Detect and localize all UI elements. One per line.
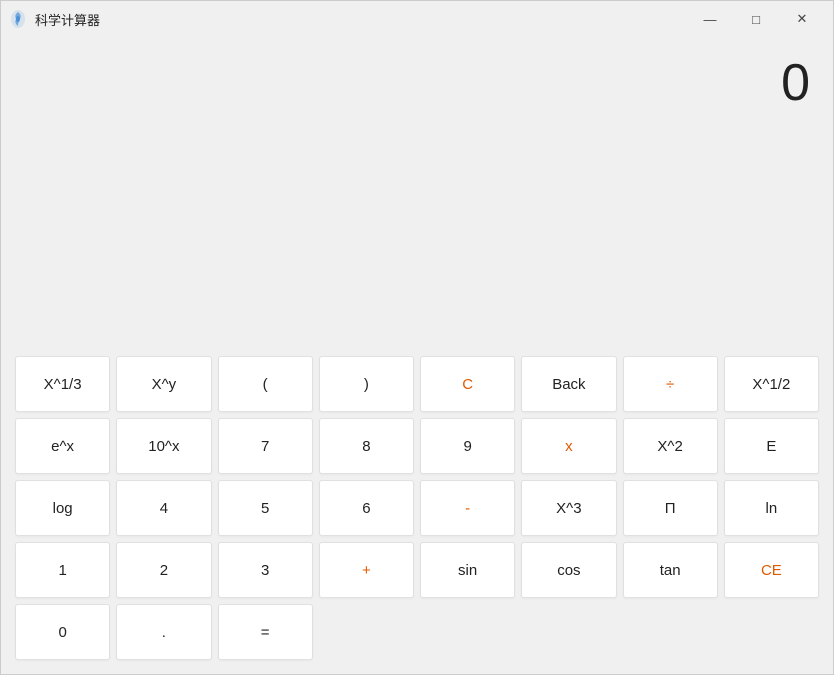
calc-btn-sin[interactable]: sin: [420, 542, 515, 598]
app-icon: [9, 10, 27, 28]
calc-btn-0[interactable]: 0: [15, 604, 110, 660]
close-button[interactable]: ✕: [779, 4, 825, 34]
calc-btn-x-3[interactable]: X^3: [521, 480, 616, 536]
calc-btn-e[interactable]: E: [724, 418, 819, 474]
calc-btn-3[interactable]: 3: [218, 542, 313, 598]
calc-btn-back[interactable]: Back: [521, 356, 616, 412]
display-value: 0: [781, 53, 809, 113]
window-controls: — □ ✕: [687, 4, 825, 34]
calc-btn-1[interactable]: 1: [15, 542, 110, 598]
calc-btn-8[interactable]: 8: [319, 418, 414, 474]
maximize-button[interactable]: □: [733, 4, 779, 34]
calc-btn--[interactable]: Π: [623, 480, 718, 536]
calc-btn-tan[interactable]: tan: [623, 542, 718, 598]
calc-btn--[interactable]: ): [319, 356, 414, 412]
calc-btn-5[interactable]: 5: [218, 480, 313, 536]
calc-btn-x-1-2[interactable]: X^1/2: [724, 356, 819, 412]
calc-btn-x[interactable]: x: [521, 418, 616, 474]
app-title: 科学计算器: [35, 10, 100, 29]
title-bar: 科学计算器 — □ ✕: [1, 1, 833, 37]
calc-btn-log[interactable]: log: [15, 480, 110, 536]
calc-btn--[interactable]: (: [218, 356, 313, 412]
calc-btn-7[interactable]: 7: [218, 418, 313, 474]
calc-btn--[interactable]: -: [420, 480, 515, 536]
calc-btn-ln[interactable]: ln: [724, 480, 819, 536]
calc-btn-e-x[interactable]: e^x: [15, 418, 110, 474]
calc-btn-x-y[interactable]: X^y: [116, 356, 211, 412]
calc-btn-2[interactable]: 2: [116, 542, 211, 598]
calc-btn-c[interactable]: C: [420, 356, 515, 412]
minimize-button[interactable]: —: [687, 4, 733, 34]
calc-btn--[interactable]: .: [116, 604, 211, 660]
calculator-window: 科学计算器 — □ ✕ 0 X^1/3X^y()CBack÷X^1/2e^x10…: [0, 0, 834, 675]
calc-btn-x-2[interactable]: X^2: [623, 418, 718, 474]
calc-btn--[interactable]: +: [319, 542, 414, 598]
calc-btn--[interactable]: =: [218, 604, 313, 660]
display-area: 0: [1, 37, 833, 346]
calc-btn-4[interactable]: 4: [116, 480, 211, 536]
calc-btn-6[interactable]: 6: [319, 480, 414, 536]
calc-btn--[interactable]: ÷: [623, 356, 718, 412]
calc-btn-x-1-3[interactable]: X^1/3: [15, 356, 110, 412]
calc-btn-10-x[interactable]: 10^x: [116, 418, 211, 474]
title-bar-left: 科学计算器: [9, 10, 100, 29]
calc-btn-cos[interactable]: cos: [521, 542, 616, 598]
calc-btn-ce[interactable]: CE: [724, 542, 819, 598]
button-grid: X^1/3X^y()CBack÷X^1/2 e^x10^x789xX^2Elog4…: [1, 346, 833, 674]
calc-btn-9[interactable]: 9: [420, 418, 515, 474]
